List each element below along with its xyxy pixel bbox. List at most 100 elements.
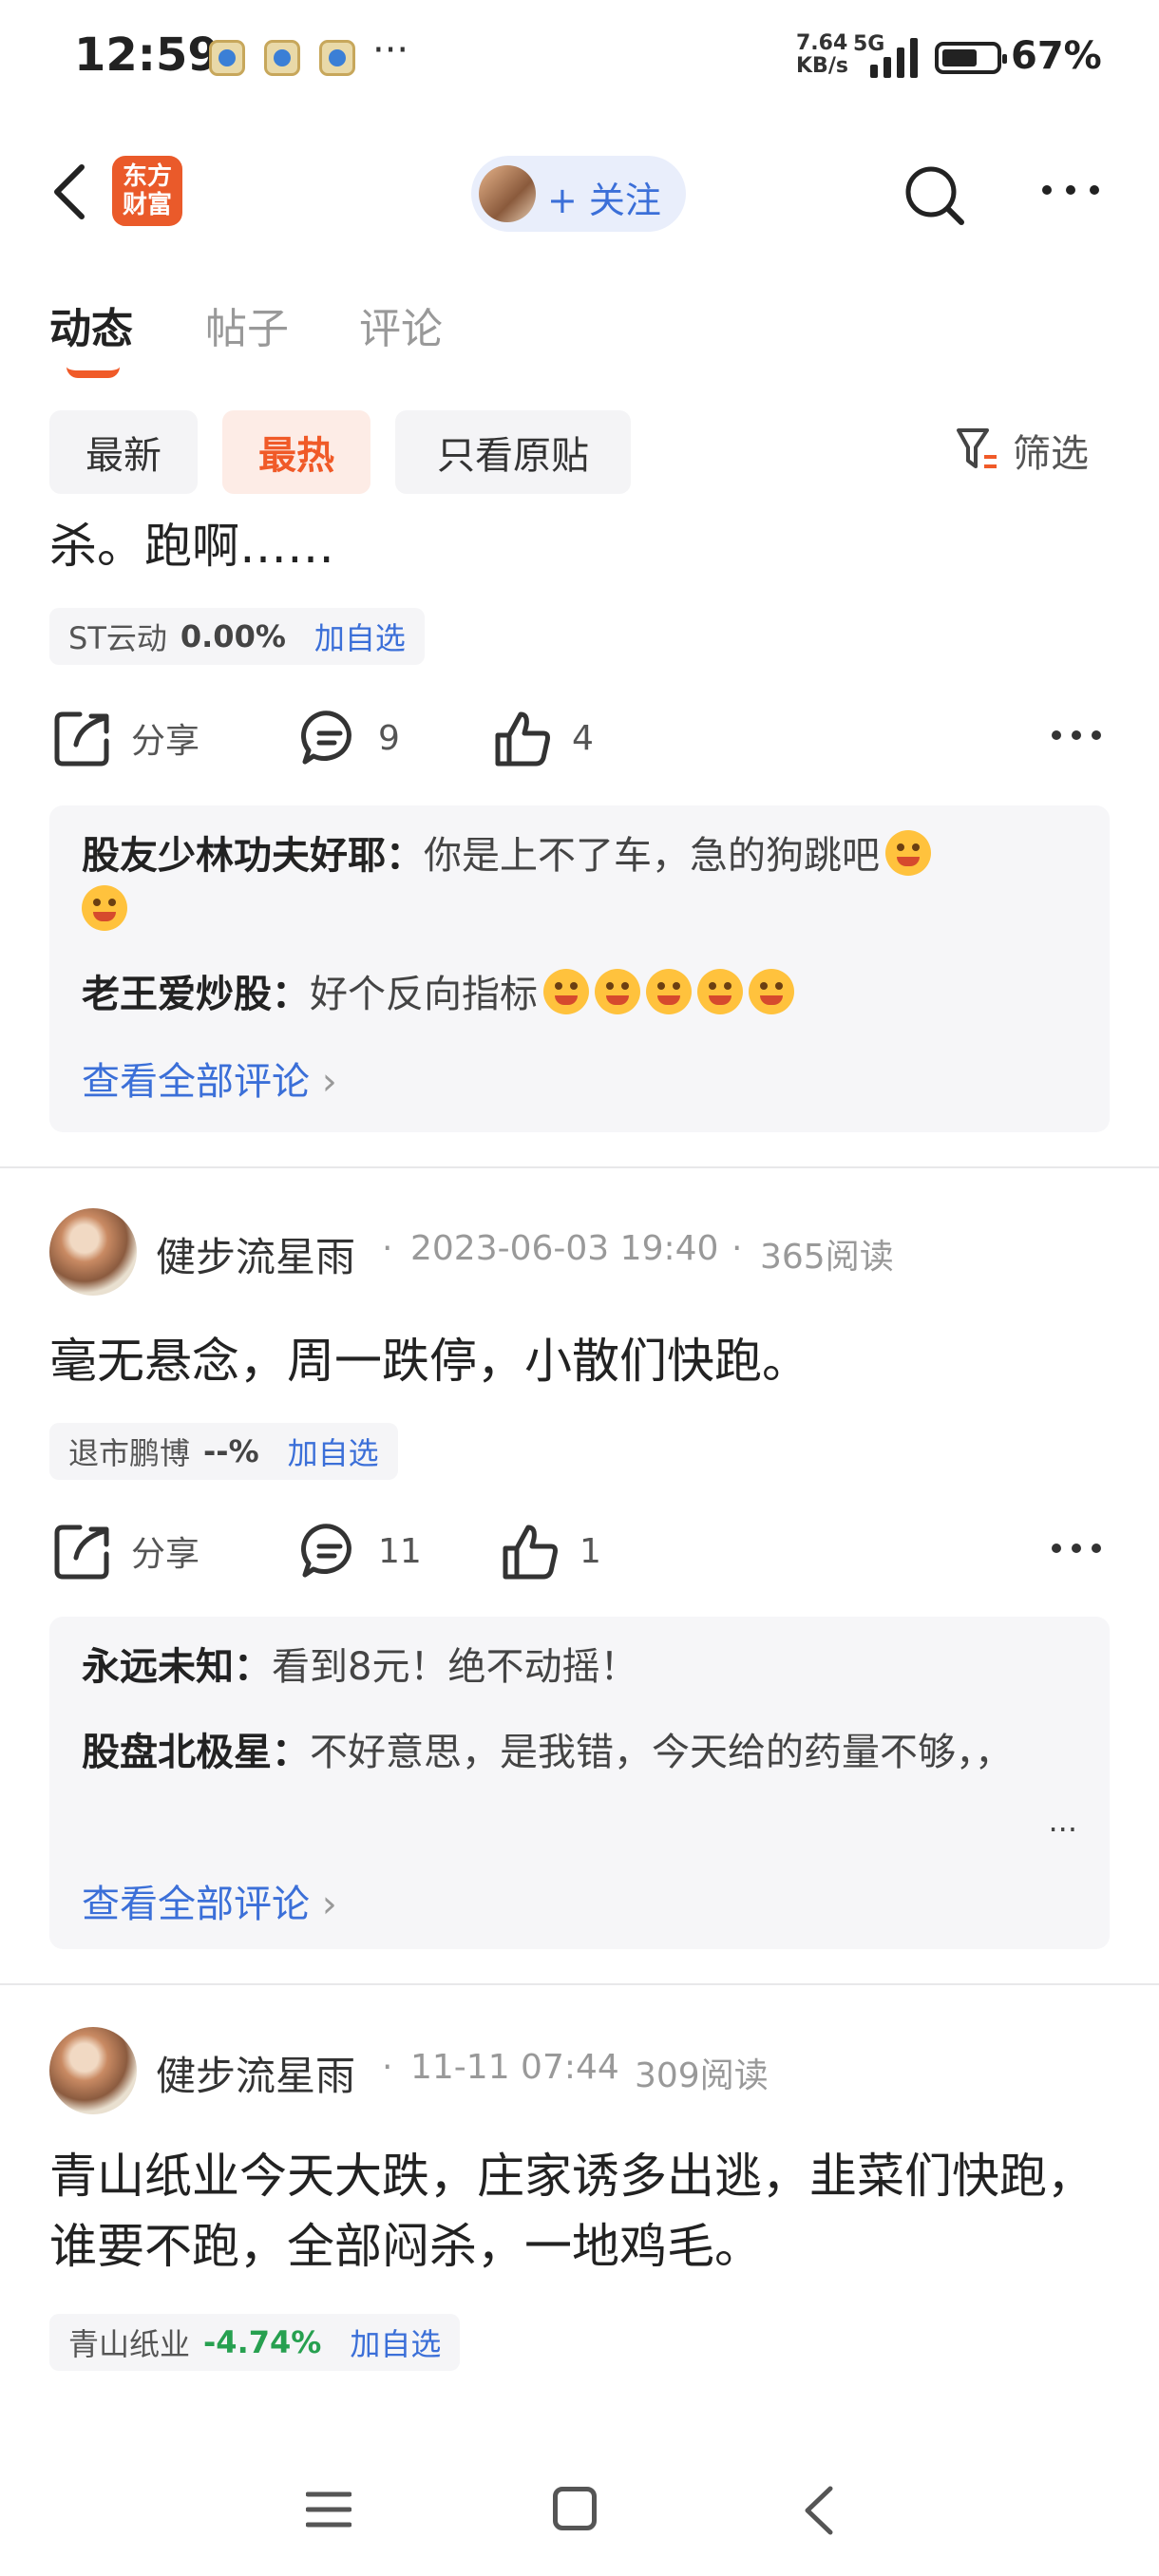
comment-item[interactable]: 永远未知：看到8元！绝不动摇！	[82, 1639, 1079, 1695]
share-icon	[54, 1525, 109, 1580]
comment-icon	[301, 1524, 352, 1578]
recents-menu-icon[interactable]	[306, 2489, 352, 2530]
tab-posts[interactable]: 帖子	[205, 294, 289, 355]
comment-button[interactable]: 11	[300, 1522, 422, 1581]
home-square-icon[interactable]	[553, 2487, 597, 2530]
like-button[interactable]: 4	[494, 709, 594, 767]
stock-name: 退市鹏博	[68, 1435, 191, 1471]
comment-button[interactable]: 9	[300, 709, 400, 767]
read-count: 309阅读	[635, 2056, 769, 2095]
add-watchlist-button[interactable]: 加自选	[314, 615, 406, 658]
smirk-emoji-icon	[749, 969, 794, 1014]
stock-change: --%	[203, 1433, 259, 1469]
stock-tag[interactable]: 退市鹏博 --% 加自选	[49, 1423, 398, 1480]
comment-item[interactable]: 股友少林功夫好耶：你是上不了车，急的狗跳吧	[82, 828, 1079, 938]
system-nav-bar	[0, 2432, 1159, 2576]
comment-author[interactable]: 永远未知：	[82, 1645, 272, 1689]
comments-preview: 永远未知：看到8元！绝不动摇！ 股盘北极星：不好意思，是我错，今天给的药量不够，…	[49, 1617, 1110, 1949]
meta-separator: ·	[382, 1229, 393, 1268]
post-more-icon[interactable]	[1051, 724, 1102, 747]
add-watchlist-button[interactable]: 加自选	[288, 1430, 379, 1473]
profile-tabs: 动态 帖子 评论	[0, 285, 1159, 380]
back-arrow-icon[interactable]	[48, 161, 95, 222]
thumbs-up-icon	[503, 1525, 558, 1580]
like-button[interactable]: 1	[502, 1522, 601, 1581]
smirk-emoji-icon	[646, 969, 692, 1014]
share-button[interactable]: 分享	[53, 709, 200, 767]
meta-separator: ·	[382, 2048, 393, 2087]
app-logo: 东方财富	[112, 156, 182, 226]
see-all-comments-link[interactable]: 查看全部评论	[82, 1873, 337, 1928]
comment-item[interactable]: 股盘北极星：不好意思，是我错，今天给的药量不够，，	[82, 1725, 1032, 1780]
see-all-comments-link[interactable]: 查看全部评论	[82, 1051, 337, 1106]
chip-original-only[interactable]: 只看原贴	[395, 410, 631, 494]
author-name[interactable]: 健步流星雨	[156, 2044, 355, 2102]
status-time: 12:59	[74, 28, 219, 82]
battery-fill	[942, 49, 977, 66]
author-name[interactable]: 健步流星雨	[156, 1225, 355, 1283]
post-content[interactable]: 杀。跑啊……	[49, 511, 1113, 581]
stock-change: 0.00%	[180, 618, 286, 654]
comment-author[interactable]: 股友少林功夫好耶：	[82, 834, 424, 878]
network-speed-value: 7.64	[796, 31, 848, 55]
smirk-emoji-icon	[697, 969, 743, 1014]
comment-text: 看到8元！绝不动摇！	[272, 1645, 638, 1689]
comment-expand-ellipsis[interactable]: ...	[1048, 1803, 1077, 1839]
author-avatar[interactable]	[49, 2027, 137, 2114]
notification-app-icon	[319, 40, 355, 76]
post-date: 11-11 07:44	[410, 2048, 619, 2087]
tab-dynamics[interactable]: 动态	[49, 294, 133, 355]
nav-back-icon[interactable]	[800, 2485, 838, 2536]
meta-separator: ·	[732, 1229, 743, 1268]
post-content[interactable]: 青山纸业今天大跌，庄家诱多出逃，韭菜们快跑，谁要不跑，全部闷杀，一地鸡毛。	[49, 2141, 1113, 2282]
share-label: 分享	[131, 722, 200, 761]
post-divider	[0, 1166, 1159, 1168]
more-options-icon[interactable]	[1037, 171, 1104, 209]
share-button[interactable]: 分享	[53, 1522, 200, 1581]
comment-item[interactable]: 老王爱炒股：好个反向指标	[82, 967, 1079, 1022]
comments-preview: 股友少林功夫好耶：你是上不了车，急的狗跳吧 老王爱炒股：好个反向指标 查看全部评…	[49, 805, 1110, 1132]
signal-icon	[870, 38, 918, 78]
comment-text: 你是上不了车，急的狗跳吧	[424, 834, 880, 878]
status-bar: 12:59 ··· 7.64 KB/s 5G 67%	[0, 0, 1159, 119]
comment-count: 9	[378, 718, 400, 758]
notification-app-icon	[209, 40, 245, 76]
follow-button[interactable]: + 关注	[471, 156, 686, 232]
thumbs-up-icon	[495, 711, 550, 767]
filter-button[interactable]: 筛选	[956, 422, 1089, 479]
filter-icon	[957, 428, 997, 468]
comment-author[interactable]: 股盘北极星：	[82, 1731, 310, 1774]
laugh-emoji-icon	[885, 830, 931, 876]
comment-author[interactable]: 老王爱炒股：	[82, 973, 310, 1016]
post-date: 2023-06-03 19:40	[410, 1229, 719, 1268]
author-avatar[interactable]	[49, 1208, 137, 1296]
chip-hottest[interactable]: 最热	[222, 410, 370, 494]
stock-tag[interactable]: 青山纸业 -4.74% 加自选	[49, 2314, 461, 2371]
filter-label: 筛选	[1013, 432, 1089, 476]
share-label: 分享	[131, 1535, 200, 1574]
stock-tag[interactable]: ST云动 0.00% 加自选	[49, 608, 425, 665]
top-app-bar: 东方财富 + 关注	[0, 142, 1159, 247]
stock-change: -4.74%	[203, 2324, 322, 2360]
notification-app-icon	[264, 40, 300, 76]
battery-icon	[935, 42, 1007, 74]
network-speed-unit: KB/s	[796, 54, 848, 78]
post-content[interactable]: 毫无悬念，周一跌停，小散们快跑。	[49, 1326, 1113, 1396]
read-count: 365阅读	[760, 1238, 894, 1277]
sort-chips: 最新 最热 只看原贴 筛选	[0, 410, 1159, 496]
active-tab-indicator	[66, 367, 120, 378]
search-icon[interactable]	[901, 161, 967, 228]
like-count: 4	[572, 718, 594, 758]
comment-count: 11	[378, 1531, 422, 1571]
tab-comments[interactable]: 评论	[359, 294, 443, 355]
comment-text: 不好意思，是我错，今天给的药量不够，，	[310, 1731, 1013, 1774]
chip-latest[interactable]: 最新	[49, 410, 198, 494]
comment-icon	[301, 710, 352, 765]
meta-separator: ·	[606, 2048, 618, 2087]
laugh-emoji-icon	[82, 885, 127, 931]
post-more-icon[interactable]	[1051, 1537, 1102, 1560]
post-author-row: 健步流星雨 · 2023-06-03 19:40 · 365阅读	[49, 1208, 1113, 1299]
user-avatar	[479, 165, 536, 222]
battery-percent: 67%	[1011, 34, 1102, 78]
add-watchlist-button[interactable]: 加自选	[350, 2320, 441, 2364]
